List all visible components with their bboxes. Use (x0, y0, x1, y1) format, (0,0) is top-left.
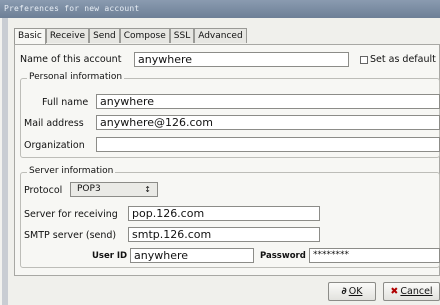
user-id-label: User ID (92, 251, 128, 261)
server-info-heading: Server information (27, 166, 116, 176)
password-input[interactable]: ******** (309, 248, 440, 263)
protocol-label: Protocol (24, 185, 63, 196)
full-name-input[interactable]: anywhere (96, 94, 440, 109)
tab-advanced[interactable]: Advanced (194, 28, 247, 43)
cancel-label: Cancel (400, 286, 433, 297)
user-id-input[interactable]: anywhere (130, 248, 254, 263)
organization-label: Organization (24, 140, 85, 151)
account-name-label: Name of this account (20, 54, 122, 65)
cancel-button[interactable]: ✖ Cancel (383, 282, 440, 301)
tab-basic[interactable]: Basic (14, 28, 46, 44)
ok-label: OK (348, 286, 363, 297)
account-name-input[interactable]: anywhere (134, 52, 349, 67)
set-default-label: Set as default (370, 54, 436, 65)
ok-icon: ∂ (341, 286, 347, 297)
cancel-icon: ✖ (390, 286, 399, 297)
full-name-label: Full name (42, 97, 89, 108)
tab-compose[interactable]: Compose (119, 28, 170, 43)
protocol-select[interactable]: POP3 ↕ (70, 182, 158, 197)
mail-address-label: Mail address (24, 118, 84, 129)
set-default-checkbox[interactable] (360, 56, 368, 64)
ok-button[interactable]: ∂ OK (328, 282, 376, 301)
mail-address-input[interactable]: anywhere@126.com (96, 115, 440, 130)
window-title: Preferences for new account (0, 0, 440, 18)
password-label: Password (260, 251, 306, 261)
updown-arrow-icon: ↕ (144, 185, 151, 194)
personal-info-heading: Personal information (27, 72, 125, 82)
tab-receive[interactable]: Receive (45, 28, 90, 43)
smtp-server-input[interactable]: smtp.126.com (128, 227, 320, 242)
tab-send[interactable]: Send (89, 28, 120, 43)
tab-ssl[interactable]: SSL (169, 28, 195, 43)
protocol-value: POP3 (77, 184, 101, 194)
organization-input[interactable] (96, 137, 440, 152)
receiving-server-input[interactable]: pop.126.com (128, 206, 320, 221)
receiving-server-label: Server for receiving (24, 209, 118, 220)
tab-bar: Basic Receive Send Compose SSL Advanced (14, 28, 247, 44)
smtp-server-label: SMTP server (send) (24, 230, 117, 241)
